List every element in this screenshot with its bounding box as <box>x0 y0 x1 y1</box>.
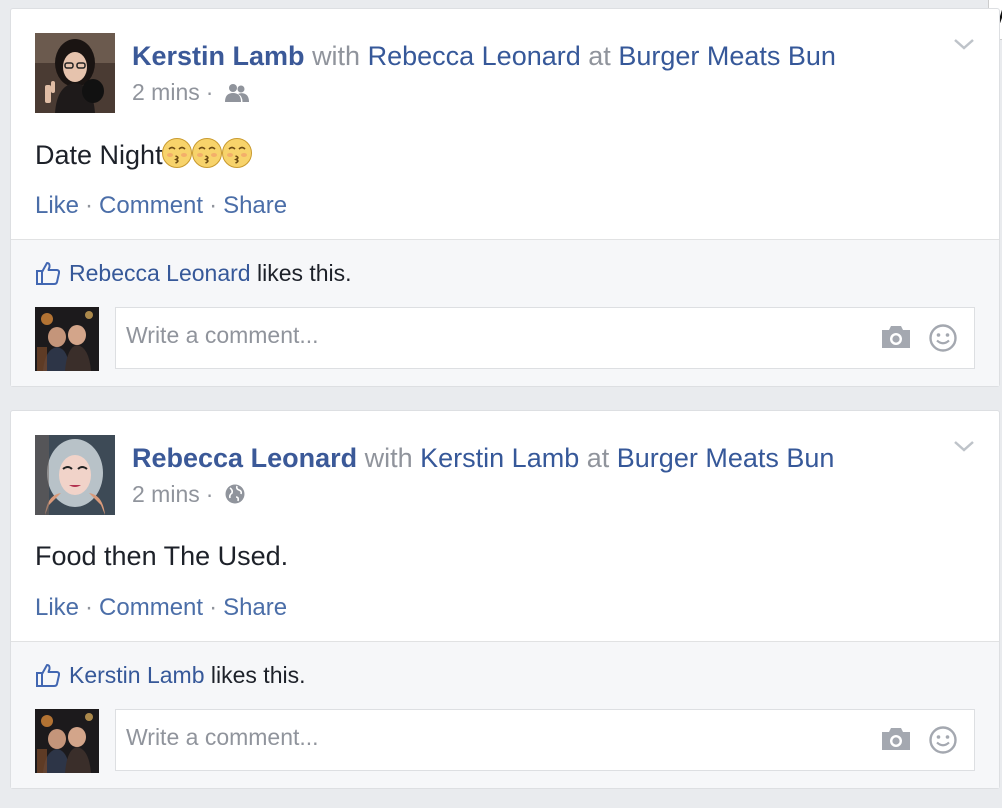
post-actions: Like · Comment · Share <box>35 192 288 219</box>
comment-input[interactable] <box>126 322 826 349</box>
author-avatar[interactable] <box>35 33 115 113</box>
post-meta: 2 mins · <box>132 77 250 107</box>
feed-post: Rebecca Leonard with Kerstin Lamb at Bur… <box>10 410 1000 789</box>
chevron-down-icon[interactable] <box>953 439 975 453</box>
globe-icon[interactable] <box>217 481 245 507</box>
at-word: at <box>586 443 610 473</box>
at-word: at <box>588 41 611 71</box>
liker-name[interactable]: Kerstin Lamb <box>69 662 205 688</box>
share-link[interactable]: Share <box>223 594 287 621</box>
like-link[interactable]: Like <box>35 192 79 219</box>
post-title: Kerstin Lamb with Rebecca Leonard at Bur… <box>132 40 836 72</box>
thumbs-up-icon <box>36 664 61 687</box>
comment-box <box>115 307 975 369</box>
thumbs-up-icon <box>36 262 61 285</box>
place-link[interactable]: Burger Meats Bun <box>618 41 836 71</box>
viewer-avatar[interactable] <box>35 307 99 371</box>
smiley-icon[interactable] <box>928 323 958 358</box>
comment-box <box>115 709 975 771</box>
with-word: with <box>312 41 361 71</box>
post-header: Rebecca Leonard with Kerstin Lamb at Bur… <box>35 435 999 517</box>
kissing-face-emoji <box>191 137 223 177</box>
smiley-icon[interactable] <box>928 725 958 760</box>
post-text: Food then The Used. <box>35 539 288 573</box>
kissing-face-emoji <box>221 137 253 177</box>
place-link[interactable]: Burger Meats Bun <box>617 443 835 473</box>
post-message: Date Night <box>35 140 163 170</box>
tagged-person[interactable]: Rebecca Leonard <box>368 41 581 71</box>
tagged-person[interactable]: Kerstin Lamb <box>420 443 579 473</box>
friends-icon[interactable] <box>217 79 249 105</box>
chevron-down-icon[interactable] <box>953 37 975 51</box>
share-link[interactable]: Share <box>223 192 287 219</box>
likes-suffix: likes this. <box>256 260 352 286</box>
kissing-face-emoji <box>161 137 193 177</box>
post-footer: Rebecca Leonard likes this. <box>11 239 999 386</box>
camera-icon[interactable] <box>880 324 912 355</box>
post-title: Rebecca Leonard with Kerstin Lamb at Bur… <box>132 442 834 474</box>
author-name[interactable]: Kerstin Lamb <box>132 41 305 71</box>
post-footer: Kerstin Lamb likes this. <box>11 641 999 788</box>
post-actions: Like · Comment · Share <box>35 594 288 621</box>
post-time[interactable]: 2 mins <box>132 481 200 507</box>
post-time[interactable]: 2 mins <box>132 79 200 105</box>
author-avatar[interactable] <box>35 435 115 515</box>
likes-suffix: likes this. <box>210 662 306 688</box>
comment-composer <box>35 307 975 371</box>
post-header: Kerstin Lamb with Rebecca Leonard at Bur… <box>35 33 999 115</box>
liker-name[interactable]: Rebecca Leonard <box>69 260 251 286</box>
like-link[interactable]: Like <box>35 594 79 621</box>
author-name[interactable]: Rebecca Leonard <box>132 443 357 473</box>
likes-summary: Rebecca Leonard likes this. <box>35 258 352 288</box>
post-meta: 2 mins · <box>132 479 246 509</box>
comment-link[interactable]: Comment <box>99 594 203 621</box>
comment-link[interactable]: Comment <box>99 192 203 219</box>
with-word: with <box>364 443 413 473</box>
viewer-avatar[interactable] <box>35 709 99 773</box>
comment-input[interactable] <box>126 724 826 751</box>
comment-composer <box>35 709 975 773</box>
feed-post: Kerstin Lamb with Rebecca Leonard at Bur… <box>10 8 1000 387</box>
news-feed: V Kerstin Lamb with <box>0 0 1002 808</box>
camera-icon[interactable] <box>880 726 912 757</box>
likes-summary: Kerstin Lamb likes this. <box>35 660 306 690</box>
post-text: Date Night <box>35 137 253 177</box>
post-message: Food then The Used. <box>35 541 289 571</box>
